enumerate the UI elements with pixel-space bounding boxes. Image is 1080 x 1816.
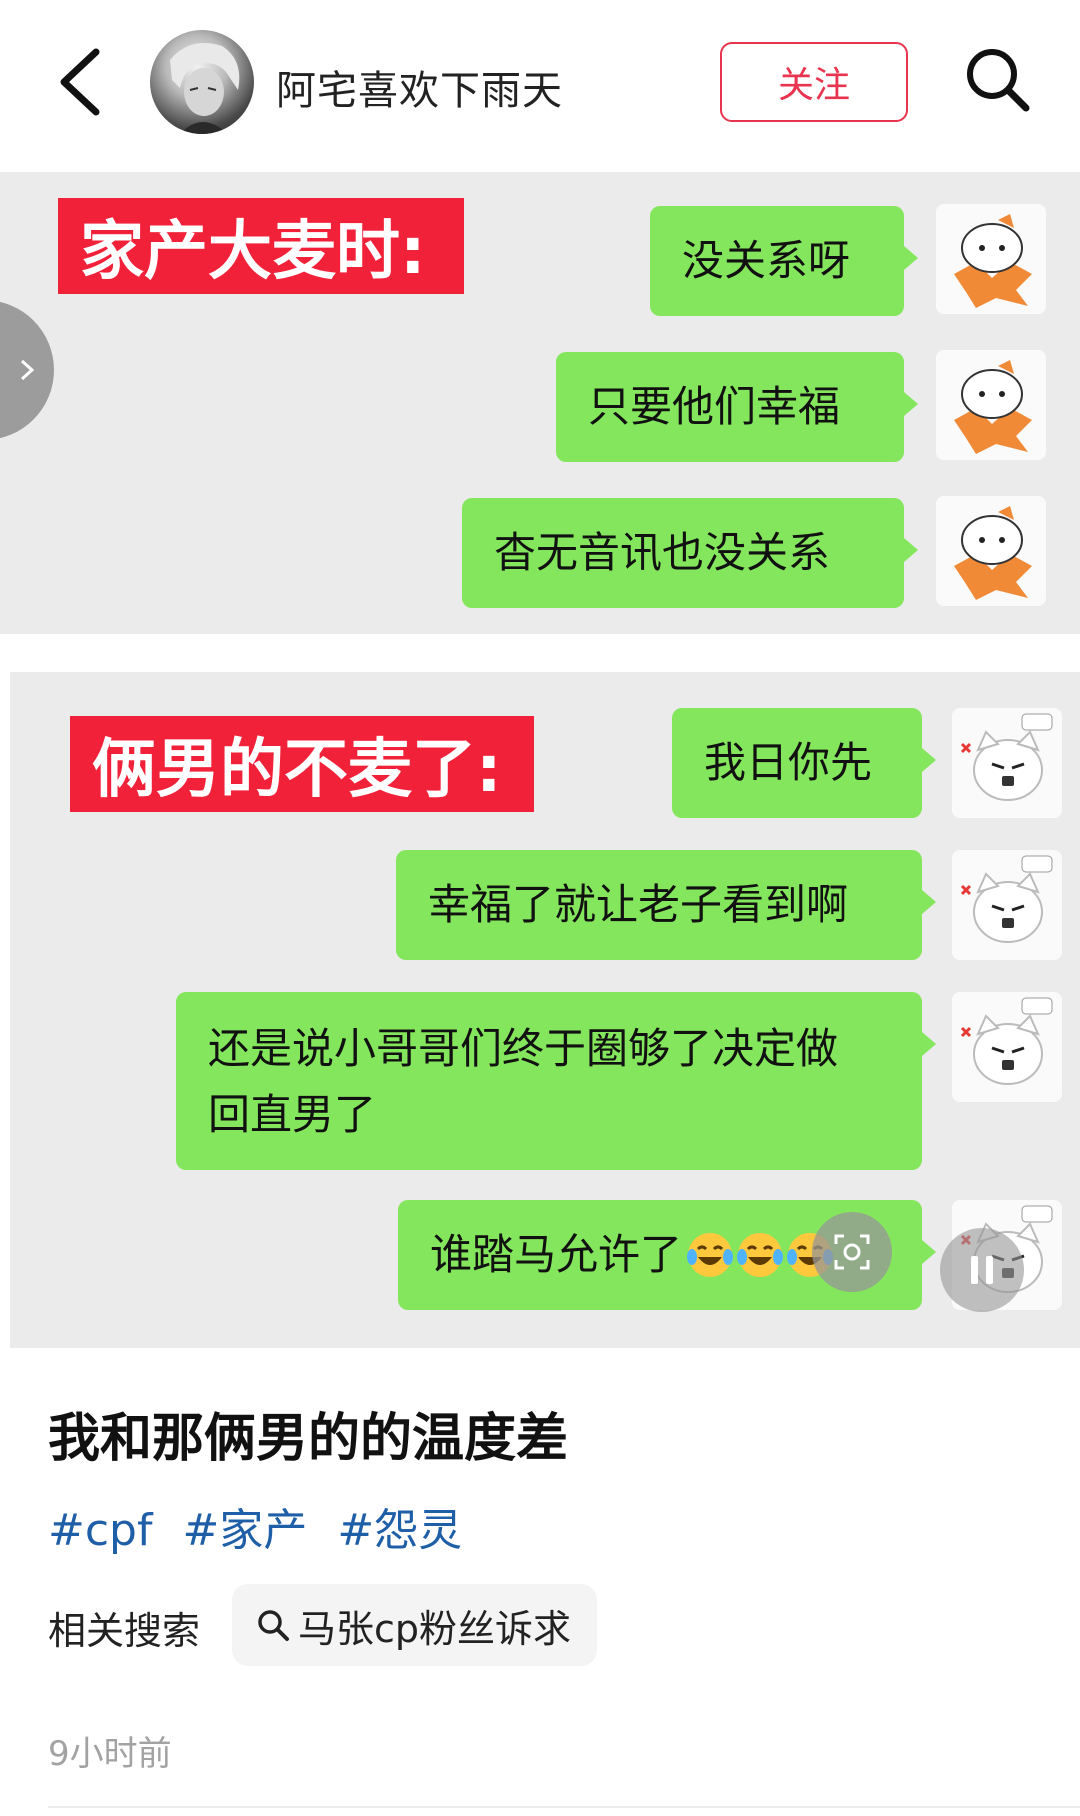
bubble-text: 谁踏马允许了 — [430, 1230, 683, 1279]
chat-bubble: 杳无音讯也没关系 — [462, 498, 918, 608]
top-bar: 阿宅喜欢下雨天 关注 — [0, 0, 1080, 168]
chevron-right-icon — [20, 359, 35, 381]
divider — [48, 1806, 1080, 1808]
chat-bubble: 我日你先 — [672, 708, 936, 818]
hello-kitty-leaf-sticker — [936, 350, 1046, 460]
angry-cat-sticker — [952, 708, 1062, 818]
search-icon[interactable] — [962, 44, 1032, 114]
hashtag-link[interactable]: #cpf — [48, 1505, 152, 1556]
chat-bubble: 还是说小哥哥们终于圈够了决定做 回直男了 — [176, 992, 936, 1170]
pause-icon — [971, 1256, 993, 1284]
related-search-chip[interactable]: 马张cp粉丝诉求 — [232, 1584, 598, 1666]
angry-cat-sticker — [952, 992, 1062, 1102]
angry-cat-sticker — [952, 850, 1062, 960]
scan-icon — [834, 1234, 870, 1270]
hello-kitty-leaf-sticker — [936, 496, 1046, 606]
hashtag-link[interactable]: #家产 — [182, 1505, 307, 1556]
chat-bubble: 幸福了就让老子看到啊 — [396, 850, 936, 960]
chat-screenshot-1: 家产大麦时: 没关系呀 只要他们幸福 杳无音讯也没关系 — [0, 172, 1080, 634]
chat-screenshot-2: 俩男的不麦了: 我日你先 幸福了就让老子看到啊 还是说小哥哥们终于圈够了决定做 … — [10, 672, 1080, 1348]
username[interactable]: 阿宅喜欢下雨天 — [276, 58, 563, 116]
image-scan-button[interactable] — [812, 1212, 892, 1292]
laugh-cry-emoji — [737, 1233, 784, 1277]
search-icon — [258, 1610, 289, 1641]
back-arrow-icon[interactable] — [52, 46, 112, 118]
caption-tag: 俩男的不麦了: — [70, 716, 534, 812]
bubble-line: 还是说小哥哥们终于圈够了决定做 — [208, 1024, 839, 1073]
pause-button[interactable] — [940, 1228, 1024, 1312]
follow-button[interactable]: 关注 — [720, 42, 908, 122]
chat-bubble: 只要他们幸福 — [556, 352, 918, 462]
related-search-text: 马张cp粉丝诉求 — [298, 1606, 572, 1651]
related-search-label: 相关搜索 — [48, 1609, 201, 1653]
post-title: 我和那俩男的的温度差 — [48, 1409, 569, 1469]
bubble-line: 回直男了 — [208, 1090, 377, 1139]
chat-bubble: 没关系呀 — [650, 206, 918, 316]
hashtag-link[interactable]: #怨灵 — [337, 1505, 462, 1556]
laugh-cry-emoji — [687, 1233, 734, 1277]
hashtag-list: #cpf #家产 #怨灵 — [48, 1494, 478, 1558]
avatar[interactable] — [150, 30, 254, 134]
hello-kitty-leaf-sticker — [936, 204, 1046, 314]
post-timestamp: 9小时前 — [48, 1734, 172, 1774]
caption-tag: 家产大麦时: — [58, 198, 464, 294]
